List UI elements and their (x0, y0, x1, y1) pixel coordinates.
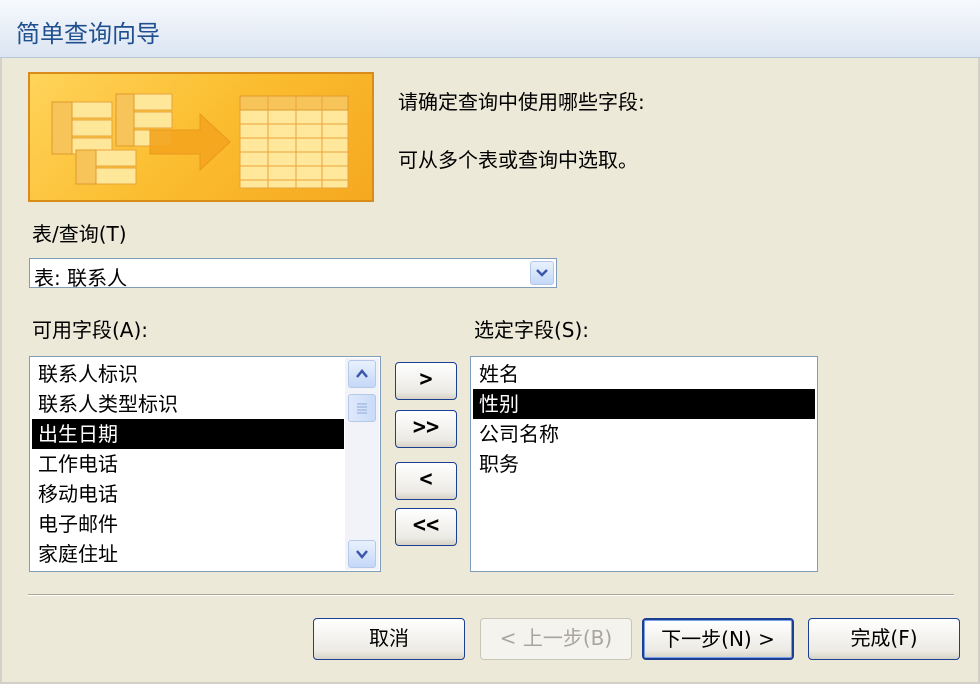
add-all-button[interactable]: >> (395, 410, 457, 448)
remove-all-button[interactable]: << (395, 508, 457, 546)
available-fields-list[interactable]: 联系人标识 联系人类型标识 出生日期 工作电话 移动电话 电子邮件 家庭住址 (29, 356, 381, 572)
cancel-button[interactable]: 取消 (313, 618, 465, 660)
vertical-scrollbar[interactable] (345, 358, 379, 570)
next-button[interactable]: 下一步(N) > (642, 618, 794, 660)
scroll-up-button[interactable] (348, 360, 376, 388)
list-item-selected[interactable]: 性别 (473, 389, 815, 419)
list-item[interactable]: 职务 (473, 449, 815, 479)
list-item[interactable]: 联系人类型标识 (32, 389, 344, 419)
list-item[interactable]: 家庭住址 (32, 539, 344, 569)
title-bar: 简单查询向导 (0, 0, 980, 58)
table-query-dropdown[interactable]: 表: 联系人 (29, 258, 557, 290)
scroll-thumb[interactable] (348, 394, 376, 422)
instruction-line-2: 可从多个表或查询中选取。 (398, 148, 638, 172)
instruction-line-1: 请确定查询中使用哪些字段: (398, 90, 645, 114)
window-border-left (0, 58, 2, 684)
list-item[interactable]: 公司名称 (473, 419, 815, 449)
wizard-illustration (28, 72, 374, 202)
footer-separator (28, 594, 954, 596)
available-fields-label: 可用字段(A): (32, 318, 149, 342)
list-item[interactable]: 移动电话 (32, 479, 344, 509)
list-item-selected[interactable]: 出生日期 (32, 419, 344, 449)
table-query-label: 表/查询(T) (32, 222, 127, 246)
remove-one-button[interactable]: < (395, 462, 457, 500)
selected-fields-list[interactable]: 姓名 性别 公司名称 职务 (470, 356, 818, 572)
list-item[interactable]: 姓名 (473, 359, 815, 389)
add-one-button[interactable]: > (395, 362, 457, 400)
back-button[interactable]: < 上一步(B) (480, 618, 632, 660)
scroll-down-button[interactable] (348, 540, 376, 568)
selected-fields-label: 选定字段(S): (474, 318, 590, 342)
window-title: 简单查询向导 (16, 20, 160, 48)
grip-icon (357, 403, 367, 414)
tables-merge-illustration-icon (51, 93, 349, 189)
list-item[interactable]: 电子邮件 (32, 509, 344, 539)
finish-button[interactable]: 完成(F) (808, 618, 960, 660)
chevron-up-icon (356, 369, 368, 378)
dropdown-button[interactable] (530, 261, 554, 285)
list-item[interactable]: 工作电话 (32, 449, 344, 479)
table-query-value: 表: 联系人 (34, 266, 128, 290)
list-item[interactable]: 联系人标识 (32, 359, 344, 389)
chevron-down-icon (536, 269, 548, 277)
chevron-down-icon (356, 550, 368, 559)
